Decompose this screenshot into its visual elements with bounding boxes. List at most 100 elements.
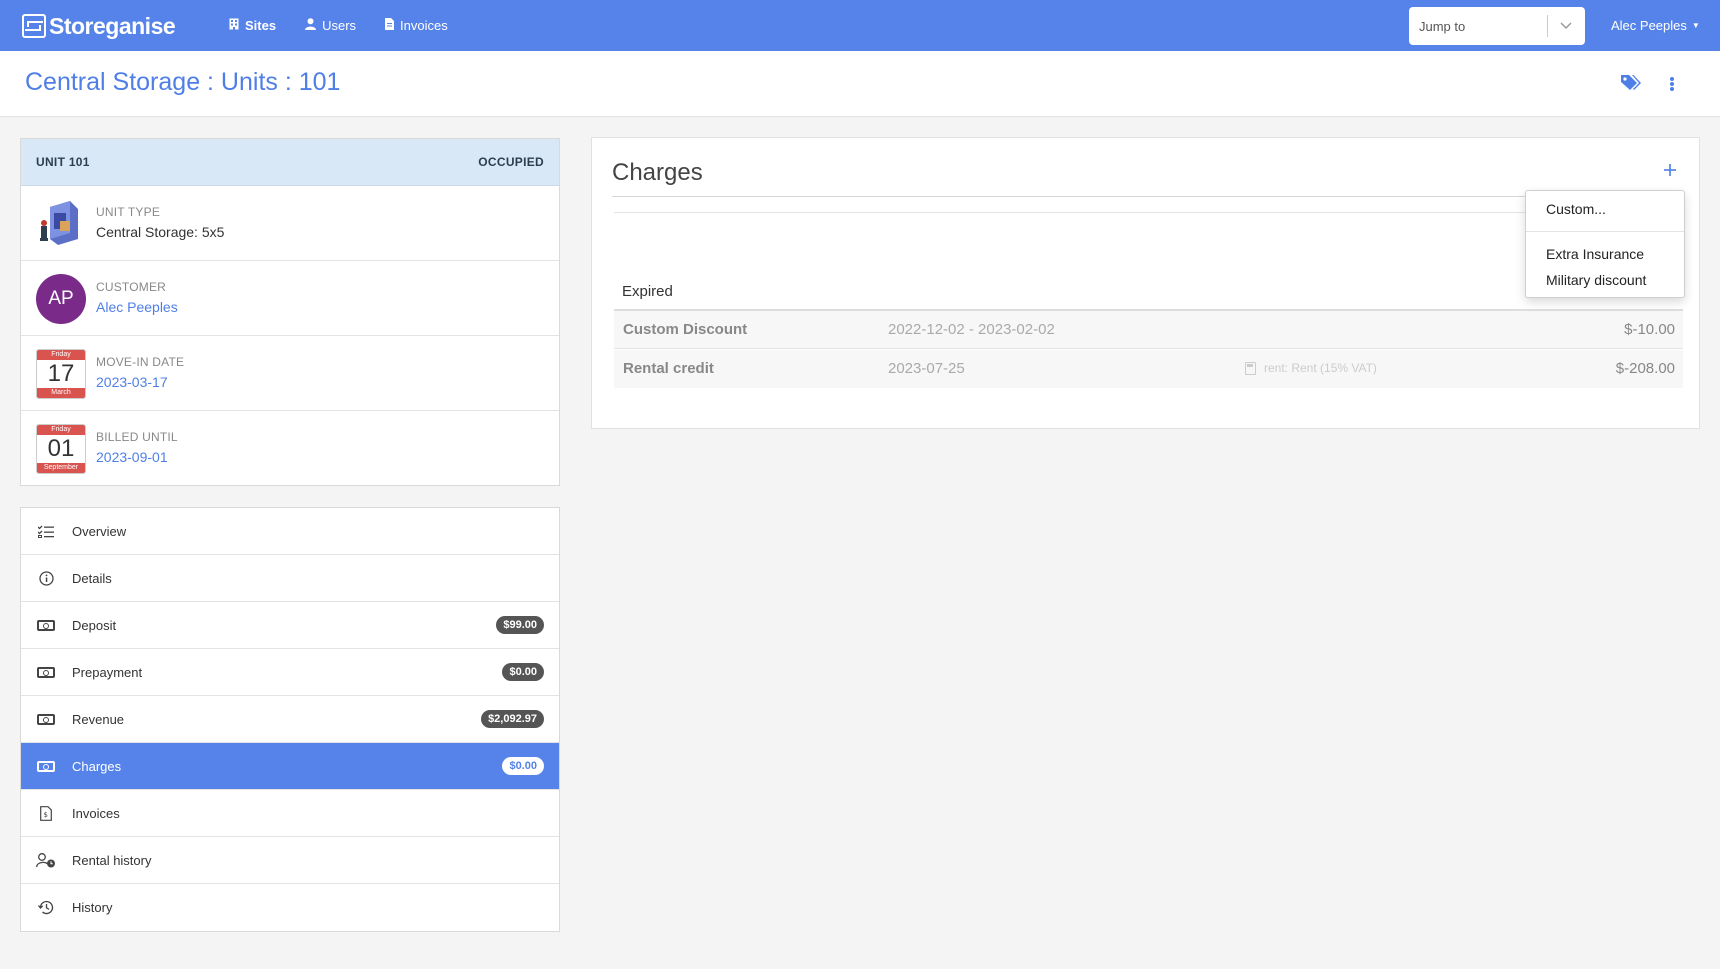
money-icon [36,713,56,725]
side-item-label: Revenue [72,711,125,727]
unit-type-value: Central Storage: 5x5 [96,224,225,240]
charge-amount: $-10.00 [1624,321,1675,338]
side-item-label: Overview [72,523,127,539]
caret-down-icon: ▼ [1691,21,1700,30]
calendar-icon: Friday 01 September [36,424,86,474]
user-menu[interactable]: Alec Peeples ▼ [1611,0,1700,51]
nav-links: Sites Users Invoices [229,0,477,51]
jump-to-input[interactable] [1409,7,1547,45]
storeganise-logo-icon [22,14,46,38]
side-item-revenue[interactable]: Revenue $2,092.97 [21,696,559,743]
customer-label: CUSTOMER [96,280,167,294]
side-item-charges[interactable]: Charges $0.00 [21,743,559,790]
calendar-day: 01 [47,435,75,462]
calendar-day: 17 [47,360,75,387]
nav-link-sites[interactable]: Sites [229,18,276,33]
move-in-label: MOVE-IN DATE [96,355,185,369]
charge-row[interactable]: Custom Discount 2022-12-02 - 2023-02-02 … [614,311,1683,349]
add-charge-button[interactable] [1660,160,1680,180]
unit-header: UNIT 101 OCCUPIED [21,139,559,186]
invoice-icon: $ [36,805,56,821]
page-title: Central Storage : Units : 101 [25,68,341,96]
calendar-weekday: Friday [37,350,85,360]
charge-note: rent: Rent (15% VAT) [1245,361,1377,375]
jump-to-select[interactable] [1409,7,1585,45]
charge-name: Rental credit [623,360,714,377]
money-icon [36,666,56,678]
tags-icon[interactable] [1620,74,1642,94]
amount-badge: $2,092.97 [481,710,544,728]
expired-section-label: Expired [622,283,673,300]
nav-link-label: Invoices [400,18,448,33]
billed-until-date[interactable]: 2023-09-01 [96,449,178,465]
more-options-icon[interactable] [1665,74,1679,94]
avatar[interactable]: AP [36,274,86,324]
nav-link-users[interactable]: Users [305,18,356,33]
unit-status-badge: OCCUPIED [478,155,544,169]
side-item-prepayment[interactable]: Prepayment $0.00 [21,649,559,696]
side-item-overview[interactable]: Overview [21,508,559,555]
charge-name: Custom Discount [623,321,748,338]
side-item-label: Rental history [72,852,152,868]
charges-title: Charges [612,159,703,186]
add-charge-menu: Custom... Extra Insurance Military disco… [1525,190,1685,298]
info-icon [36,570,56,586]
svg-text:$: $ [44,811,48,819]
user-icon [305,18,317,33]
side-item-history[interactable]: History [21,884,559,931]
amount-badge: $0.00 [502,663,544,681]
nav-link-label: Sites [245,18,277,33]
nav-link-invoices[interactable]: Invoices [385,18,448,33]
move-in-date[interactable]: 2023-03-17 [96,374,184,390]
side-item-rental-history[interactable]: Rental history [21,837,559,884]
calendar-weekday: Friday [37,425,85,435]
side-item-label: Charges [72,758,122,774]
money-icon [36,760,56,772]
calendar-icon: Friday 17 March [36,349,86,399]
divider [614,212,1683,213]
side-item-label: History [72,900,113,915]
checklist-icon [36,525,56,538]
amount-badge: $0.00 [502,757,544,775]
billed-until-row: Friday 01 September BILLED UNTIL 2023-09… [21,411,559,486]
side-item-deposit[interactable]: Deposit $99.00 [21,602,559,649]
building-icon [229,18,239,33]
menu-item-military-discount[interactable]: Military discount [1546,272,1646,288]
user-clock-icon [36,852,56,868]
customer-avatar-wrap: AP [36,274,86,324]
charge-note-text: rent: Rent (15% VAT) [1264,361,1377,375]
select-separator [1547,15,1548,37]
customer-row: AP CUSTOMER Alec Peeples [21,261,559,336]
menu-divider [1526,231,1684,232]
menu-item-extra-insurance[interactable]: Extra Insurance [1546,246,1644,262]
money-icon [36,619,56,631]
brand-logo[interactable]: Storeganise [22,12,176,40]
top-navbar: Storeganise Sites Users Invoices A [0,0,1720,51]
calendar-month: September [37,463,85,473]
charge-dates: 2022-12-02 - 2023-02-02 [888,321,1055,338]
charge-dates: 2023-07-25 [888,360,965,377]
unit-type-row: UNIT TYPE Central Storage: 5x5 [21,186,559,261]
divider [612,196,1681,197]
side-item-invoices[interactable]: $ Invoices [21,790,559,837]
user-name: Alec Peeples [1611,18,1687,33]
nav-link-label: Users [322,18,357,33]
billed-until-label: BILLED UNTIL [96,430,178,444]
unit-type-illustration-icon [36,199,86,249]
page-header: Central Storage : Units : 101 [0,51,1720,117]
side-item-label: Prepayment [72,664,143,680]
side-item-details[interactable]: Details [21,555,559,602]
calendar-month: March [37,388,85,398]
unit-label: UNIT 101 [36,155,90,169]
charge-row[interactable]: Rental credit 2023-07-25 rent: Rent (15%… [614,350,1683,388]
history-icon [36,900,56,915]
side-item-label: Details [72,570,112,586]
customer-link[interactable]: Alec Peeples [96,299,178,315]
amount-badge: $99.00 [496,616,544,634]
brand-name: Storeganise [49,12,176,39]
unit-type-label: UNIT TYPE [96,205,161,219]
chevron-down-icon[interactable] [1555,17,1577,35]
move-in-row: Friday 17 March MOVE-IN DATE 2023-03-17 [21,336,559,411]
menu-item-custom[interactable]: Custom... [1546,201,1606,217]
unit-side-nav: Overview Details Deposit $99.00 Prepayme… [20,507,560,932]
